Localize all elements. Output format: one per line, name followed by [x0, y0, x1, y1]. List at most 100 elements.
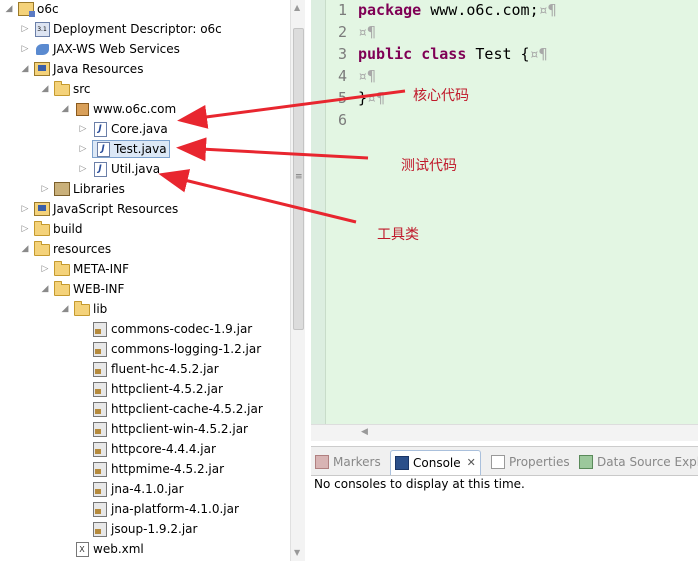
expand-arrow-icon[interactable]: ▷ — [78, 139, 88, 159]
tree-item-jar[interactable]: commons-logging-1.2.jar — [92, 339, 261, 359]
jar-icon — [92, 521, 108, 537]
jar-icon — [92, 481, 108, 497]
tree-item-label: META-INF — [73, 262, 130, 276]
editor-horizontal-scrollbar[interactable]: ◀ — [311, 424, 698, 441]
line-number: 6 — [337, 111, 347, 129]
line-number: 1 — [337, 1, 347, 19]
tree-item-meta-inf[interactable]: ▷ META-INF — [40, 259, 129, 279]
web-services-icon — [34, 41, 50, 57]
xml-file-icon: X — [74, 541, 90, 557]
collapse-arrow-icon[interactable]: ◢ — [60, 99, 70, 119]
scroll-down-arrow-icon[interactable]: ▼ — [294, 548, 300, 557]
editor-text-area[interactable] — [326, 0, 698, 424]
tree-item-jar[interactable]: jna-4.1.0.jar — [92, 479, 184, 499]
tree-item-label: httpclient-win-4.5.2.jar — [111, 422, 248, 436]
tree-item-label: httpcore-4.4.4.jar — [111, 442, 216, 456]
expand-arrow-icon[interactable]: ▷ — [40, 179, 50, 199]
tree-item-label: httpclient-4.5.2.jar — [111, 382, 223, 396]
tree-item-jar[interactable]: httpmime-4.5.2.jar — [92, 459, 224, 479]
tree-item-deployment-descriptor[interactable]: ▷ 3.1 Deployment Descriptor: o6c — [20, 19, 222, 39]
tree-item-jar[interactable]: jsoup-1.9.2.jar — [92, 519, 197, 539]
collapse-arrow-icon[interactable]: ◢ — [40, 279, 50, 299]
tree-item-label: Core.java — [111, 122, 168, 136]
close-icon[interactable]: ✕ — [467, 451, 476, 475]
tree-item-core-java[interactable]: ▷ J Core.java — [78, 119, 168, 139]
tree-item-src[interactable]: ◢ src — [40, 79, 91, 99]
tab-console[interactable]: Console ✕ — [390, 450, 481, 475]
tree-item-jar[interactable]: jna-platform-4.1.0.jar — [92, 499, 239, 519]
tree-item-web-inf[interactable]: ◢ WEB-INF — [40, 279, 124, 299]
source-folder-icon — [54, 81, 70, 97]
tree-item-package[interactable]: ◢ www.o6c.com — [60, 99, 177, 119]
annotation-test-code: 测试代码 — [401, 158, 457, 174]
expand-arrow-icon[interactable]: ▷ — [40, 259, 50, 279]
code-line: }¤¶ — [358, 89, 385, 107]
expand-arrow-icon[interactable]: ▷ — [20, 199, 30, 219]
scroll-up-arrow-icon[interactable]: ▲ — [294, 3, 300, 12]
tree-item-build[interactable]: ▷ build — [20, 219, 83, 239]
selected-item-highlight[interactable]: J Test.java — [92, 140, 170, 158]
jar-icon — [92, 381, 108, 397]
tree-item-jar[interactable]: httpclient-cache-4.5.2.jar — [92, 399, 263, 419]
tree-item-web-xml[interactable]: X web.xml — [74, 539, 144, 559]
expand-arrow-icon[interactable]: ▷ — [78, 119, 88, 139]
tree-item-test-java[interactable]: ▷ J Test.java — [78, 139, 170, 159]
expand-arrow-icon[interactable]: ▷ — [20, 19, 30, 39]
tab-label: Data Source Expl — [597, 455, 698, 469]
tab-label: Properties — [509, 455, 570, 469]
java-file-icon: J — [92, 161, 108, 177]
collapse-arrow-icon[interactable]: ◢ — [20, 59, 30, 79]
tree-item-label: lib — [93, 302, 108, 316]
code-editor[interactable]: 1 2 3 4 5 6 package www.o6c.com;¤¶ ¤¶ pu… — [311, 0, 698, 440]
console-icon — [395, 456, 409, 470]
collapse-arrow-icon[interactable]: ◢ — [4, 0, 14, 19]
tree-item-label: o6c — [37, 2, 59, 16]
tree-item-jar[interactable]: commons-codec-1.9.jar — [92, 319, 252, 339]
code-line: ¤¶ — [358, 67, 376, 85]
tab-markers[interactable]: Markers — [315, 450, 381, 474]
tree-item-java-resources[interactable]: ◢ Java Resources — [20, 59, 143, 79]
tree-item-label: Deployment Descriptor: o6c — [53, 22, 222, 36]
view-tab-bar: Markers Console ✕ Properties Data Source… — [311, 447, 698, 476]
tree-item-label: Java Resources — [53, 62, 144, 76]
explorer-scrollbar[interactable]: ▲ ≡ ▼ — [290, 0, 305, 561]
tree-item-jar[interactable]: httpclient-4.5.2.jar — [92, 379, 223, 399]
tree-item-label: Util.java — [111, 162, 161, 176]
scroll-left-arrow-icon[interactable]: ◀ — [361, 427, 368, 437]
tree-item-jar[interactable]: httpclient-win-4.5.2.jar — [92, 419, 248, 439]
expand-arrow-icon[interactable]: ▷ — [20, 219, 30, 239]
tree-item-javascript-resources[interactable]: ▷ JavaScript Resources — [20, 199, 178, 219]
tree-item-label: src — [73, 82, 91, 96]
expand-arrow-icon[interactable]: ▷ — [20, 39, 30, 59]
tree-item-label: jsoup-1.9.2.jar — [111, 522, 198, 536]
jar-icon — [92, 321, 108, 337]
jar-icon — [92, 401, 108, 417]
tree-item-label: httpmime-4.5.2.jar — [111, 462, 225, 476]
expand-arrow-icon[interactable]: ▷ — [78, 159, 88, 179]
tree-item-jar[interactable]: fluent-hc-4.5.2.jar — [92, 359, 219, 379]
tree-item-libraries[interactable]: ▷ Libraries — [40, 179, 125, 199]
tree-item-jar[interactable]: httpcore-4.4.4.jar — [92, 439, 216, 459]
javascript-resources-icon — [34, 201, 50, 217]
collapse-arrow-icon[interactable]: ◢ — [60, 299, 70, 319]
tree-item-util-java[interactable]: ▷ J Util.java — [78, 159, 160, 179]
properties-icon — [491, 455, 505, 469]
tree-item-resources[interactable]: ◢ resources — [20, 239, 111, 259]
tree-item-label: commons-logging-1.2.jar — [111, 342, 262, 356]
collapse-arrow-icon[interactable]: ◢ — [40, 79, 50, 99]
line-number: 4 — [337, 67, 347, 85]
tab-data-source-explorer[interactable]: Data Source Expl — [579, 450, 698, 474]
tree-item-jaxws[interactable]: ▷ JAX-WS Web Services — [20, 39, 180, 59]
tree-item-project[interactable]: ◢ o6c — [4, 0, 59, 19]
tree-item-lib[interactable]: ◢ lib — [60, 299, 107, 319]
package-icon — [74, 101, 90, 117]
whitespace-marker: ¤¶ — [358, 23, 377, 41]
code-text: www.o6c.com; — [421, 1, 539, 19]
folder-icon — [74, 301, 90, 317]
tree-item-label: WEB-INF — [73, 282, 125, 296]
jar-icon — [92, 441, 108, 457]
tree-item-label: JavaScript Resources — [53, 202, 179, 216]
collapse-arrow-icon[interactable]: ◢ — [20, 239, 30, 259]
tab-properties[interactable]: Properties — [491, 450, 570, 474]
tree-item-label: JAX-WS Web Services — [53, 42, 180, 56]
